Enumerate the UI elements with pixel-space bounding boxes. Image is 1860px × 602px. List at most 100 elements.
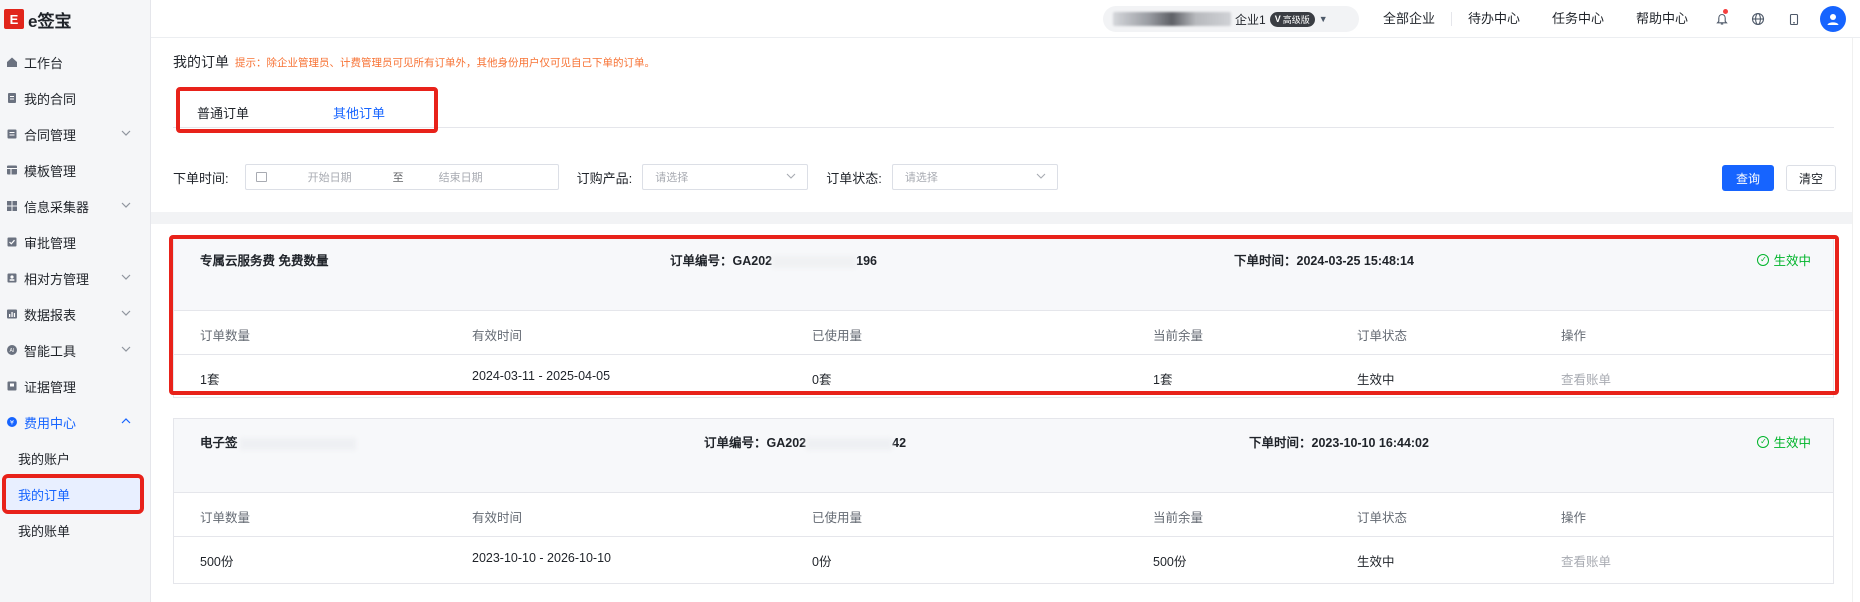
sidebar-item-label: 费用中心	[24, 415, 77, 431]
order-product-name: 电子签	[200, 432, 356, 451]
company-name-redacted	[1113, 12, 1231, 26]
sidebar-item-ai-tools[interactable]: AI 智能工具	[0, 332, 150, 368]
sidebar-subitem-my-orders[interactable]: 我的订单	[2, 474, 144, 514]
cell-remaining: 500份	[1153, 555, 1187, 569]
sidebar-item-templates[interactable]: 模板管理	[0, 152, 150, 188]
col-action: 操作	[1561, 511, 1587, 525]
report-icon	[6, 308, 18, 320]
check-circle-icon: ✓	[1757, 435, 1770, 448]
view-bill-link[interactable]: 查看账单	[1561, 551, 1611, 570]
cell-status: 生效中	[1357, 555, 1395, 569]
filter-bar: 下单时间: 开始日期 至 结束日期 订购产品: 请选择 订单状态: 请选择	[173, 164, 1058, 190]
all-companies-link[interactable]: 全部企业	[1367, 12, 1452, 26]
sidebar-item-evidence[interactable]: 证据管理	[0, 368, 150, 404]
grid-icon	[6, 200, 18, 212]
chevron-down-icon	[120, 199, 132, 211]
sidebar-item-approval[interactable]: 审批管理	[0, 224, 150, 260]
col-remaining: 当前余量	[1153, 511, 1204, 525]
sidebar-item-workbench[interactable]: 工作台	[0, 44, 150, 80]
sidebar-subitem-my-bills[interactable]: 我的账单	[0, 512, 150, 548]
date-range-separator: 至	[392, 172, 404, 184]
tablet-icon[interactable]	[1776, 0, 1812, 38]
page-title: 我的订单	[173, 54, 229, 70]
order-time-label: 下单时间:	[173, 170, 229, 186]
plan-badge-label: 高级版	[1282, 14, 1310, 25]
col-quantity: 订单数量	[200, 511, 251, 525]
order-card: 电子签 订单编号：GA202 42 下单时间：2023-10-10 16:44:0…	[173, 418, 1834, 584]
plan-badge-mark: V	[1274, 14, 1281, 24]
order-table-header: 订单数量 有效时间 已使用量 当前余量 订单状态 操作	[174, 493, 1833, 537]
logo-text: e签宝	[28, 11, 72, 31]
sidebar-item-info-collector[interactable]: 信息采集器	[0, 188, 150, 224]
order-tabs: 普通订单 其他订单	[173, 87, 1834, 133]
todo-center-link[interactable]: 待办中心	[1452, 12, 1536, 26]
page-header: 我的订单 提示：除企业管理员、计费管理员可见所有订单外，其他身份用户仅可见自己下…	[173, 52, 655, 72]
date-range-picker[interactable]: 开始日期 至 结束日期	[244, 164, 559, 190]
clear-button[interactable]: 清空	[1786, 165, 1836, 191]
sidebar-item-label: 数据报表	[24, 307, 77, 323]
tab-other-orders[interactable]: 其他订单	[333, 103, 385, 122]
svg-text:AI: AI	[10, 348, 15, 354]
topbar: 企业1 V 高级版 ▼ 全部企业 待办中心 任务中心 帮助中心	[151, 0, 1860, 38]
calendar-icon	[255, 172, 267, 182]
sidebar-item-label: 智能工具	[24, 343, 77, 359]
user-avatar-icon[interactable]	[1820, 6, 1846, 32]
end-date-input[interactable]: 结束日期	[439, 169, 483, 185]
chevron-down-icon	[120, 343, 132, 355]
start-date-input[interactable]: 开始日期	[308, 169, 352, 185]
sidebar-item-my-contracts[interactable]: 我的合同	[0, 80, 150, 116]
main-content: 我的订单 提示：除企业管理员、计费管理员可见所有订单外，其他身份用户仅可见自己下…	[151, 38, 1860, 602]
template-icon	[6, 164, 18, 176]
chevron-down-icon	[120, 271, 132, 283]
section-divider	[151, 212, 1860, 224]
sidebar-item-counterparty[interactable]: 相对方管理	[0, 260, 150, 296]
col-status: 订单状态	[1357, 511, 1408, 525]
product-select[interactable]: 请选择	[642, 164, 809, 190]
sidebar-subitem-my-account[interactable]: 我的账户	[0, 440, 150, 476]
folder-icon	[6, 128, 18, 140]
page-hint: 提示：除企业管理员、计费管理员可见所有订单外，其他身份用户仅可见自己下单的订单。	[235, 56, 655, 69]
sidebar-item-reports[interactable]: 数据报表	[0, 296, 150, 332]
sidebar-item-label: 合同管理	[24, 127, 77, 143]
sidebar-item-contract-management[interactable]: 合同管理	[0, 116, 150, 152]
bell-icon[interactable]	[1704, 0, 1740, 38]
top-links: 全部企业 待办中心 任务中心 帮助中心	[1367, 0, 1860, 38]
caret-down-icon: ▼	[1318, 14, 1328, 24]
tab-normal-orders[interactable]: 普通订单	[197, 103, 249, 122]
order-number: 订单编号：GA202 42	[704, 432, 906, 451]
product-label: 订购产品:	[576, 170, 633, 186]
file-icon	[6, 92, 18, 104]
sidebar-item-label: 信息采集器	[24, 199, 90, 215]
order-number-suffix: 42	[892, 436, 907, 450]
company-switcher[interactable]: 企业1 V 高级版 ▼	[1103, 6, 1359, 32]
table-row: 500份 2023-10-10 - 2026-10-10 0份 500份 生效中…	[174, 537, 1833, 581]
query-button[interactable]: 查询	[1722, 165, 1774, 191]
svg-text:¥: ¥	[10, 418, 14, 426]
order-time-value: 2023-10-10 16:44:02	[1311, 436, 1429, 450]
logo[interactable]: E e签宝	[0, 0, 150, 38]
order-time: 下单时间：2023-10-10 16:44:02	[1249, 432, 1429, 451]
sidebar-item-label: 相对方管理	[24, 271, 90, 287]
order-time-label: 下单时间：	[1249, 436, 1312, 450]
home-icon	[6, 56, 18, 68]
scrollbar[interactable]	[1852, 38, 1860, 602]
contacts-icon	[6, 272, 18, 284]
notification-dot	[1723, 9, 1728, 14]
order-number-label: 订单编号：	[704, 436, 767, 450]
status-select[interactable]: 请选择	[891, 164, 1058, 190]
cell-validity: 2023-10-10 - 2026-10-10	[472, 551, 611, 565]
globe-icon[interactable]	[1740, 0, 1776, 38]
status-select-placeholder: 请选择	[904, 172, 938, 184]
sidebar-item-label: 证据管理	[24, 379, 77, 395]
sidebar-item-billing-center[interactable]: ¥ 费用中心	[0, 404, 150, 440]
chevron-down-icon	[120, 127, 132, 139]
col-used: 已使用量	[812, 511, 863, 525]
help-center-link[interactable]: 帮助中心	[1620, 12, 1704, 26]
col-validity: 有效时间	[472, 511, 523, 525]
order-number-prefix: GA202	[766, 436, 807, 450]
evidence-icon	[6, 380, 18, 392]
task-center-link[interactable]: 任务中心	[1536, 12, 1620, 26]
sidebar-item-label: 工作台	[24, 55, 64, 71]
status-label: 订单状态:	[826, 170, 882, 186]
cell-used: 0份	[812, 555, 832, 569]
